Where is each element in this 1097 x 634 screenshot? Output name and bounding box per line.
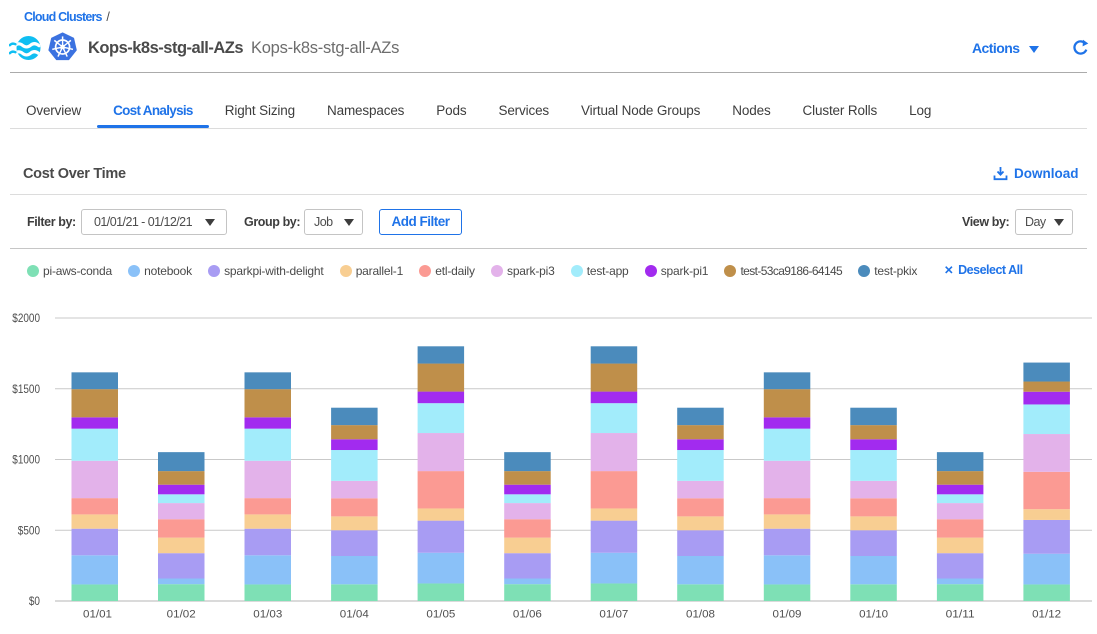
svg-text:$1000: $1000 [12, 453, 40, 467]
svg-text:01/07: 01/07 [599, 609, 628, 621]
svg-text:01/03: 01/03 [253, 609, 282, 621]
svg-text:01/05: 01/05 [426, 609, 455, 621]
svg-text:01/08: 01/08 [686, 609, 715, 621]
svg-text:$0: $0 [29, 594, 40, 608]
svg-text:01/11: 01/11 [946, 609, 975, 621]
svg-text:01/02: 01/02 [167, 609, 196, 621]
svg-text:01/06: 01/06 [513, 609, 542, 621]
svg-text:$1500: $1500 [12, 382, 40, 396]
svg-text:01/09: 01/09 [773, 609, 802, 621]
svg-text:01/10: 01/10 [859, 609, 888, 621]
svg-text:01/12: 01/12 [1032, 609, 1061, 621]
svg-text:$500: $500 [18, 523, 40, 537]
svg-text:01/04: 01/04 [340, 609, 369, 621]
svg-text:01/01: 01/01 [83, 609, 112, 621]
svg-text:$2000: $2000 [12, 311, 40, 325]
